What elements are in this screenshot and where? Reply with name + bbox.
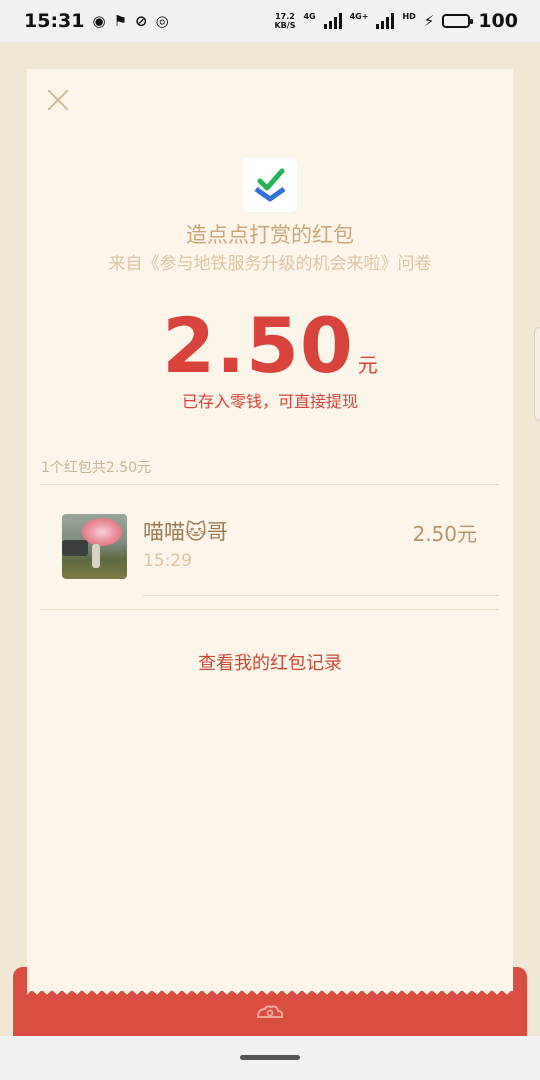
sender-name: 喵喵🐱哥 [143,520,228,544]
status-bar: 15:31 ◉ ⚑ ⊘ ◎ 17.2 KB/S 4G 4G+ HD ⚡ 100 [0,0,540,42]
red-packet-card: 造点点打赏的红包 来自《参与地铁服务升级的机会来啦》问卷 2.50 元 已存入零钱… [27,69,513,991]
sender-amount: 2.50元 [412,522,477,546]
network-type-2: 4G+ [349,12,369,21]
amount-value: 2.50 [162,301,354,390]
side-edge-handle[interactable] [534,327,540,421]
hd-label: HD [402,12,416,21]
blocked-icon: ⊘ [135,11,148,30]
packet-count-summary: 1个红包共2.50元 [41,460,152,476]
battery-icon [442,14,474,28]
avatar[interactable] [62,514,127,579]
packet-title: 造点点打赏的红包 [186,223,354,247]
home-indicator[interactable] [240,1055,300,1060]
signal-icon-2 [376,13,395,29]
amount-unit: 元 [357,353,378,377]
divider [40,484,499,485]
charging-icon: ⚡ [423,11,435,30]
network-speed-unit: KB/S [274,21,296,30]
row-divider [143,595,499,596]
flag-icon: ⚑ [113,11,128,30]
battery-level: 100 [478,10,518,32]
network-speed: 17.2 KB/S [274,12,295,30]
status-right: 17.2 KB/S 4G 4G+ HD ⚡ 100 [274,10,518,32]
sender-time: 15:29 [143,551,192,571]
navigation-bar [0,1036,540,1080]
close-icon[interactable] [45,87,71,113]
divider [40,609,499,610]
network-type-1: 4G [303,12,316,21]
status-time: 15:31 [24,10,85,32]
view-records-link[interactable]: 查看我的红包记录 [27,649,513,675]
packet-source: 来自《参与地铁服务升级的机会来啦》问卷 [108,254,432,274]
network-speed-value: 17.2 [275,12,295,21]
status-left: 15:31 ◉ ⚑ ⊘ ◎ [24,10,169,32]
signal-icon [323,13,342,29]
deposit-note: 已存入零钱，可直接提现 [181,392,358,411]
card-zigzag-edge [27,985,513,995]
checkmark-logo-icon [243,158,297,212]
weibo-icon: ◉ [92,11,106,30]
amount-display: 2.50 元 [27,301,513,390]
cloud-ornament-icon [255,1004,285,1020]
hotspot-icon: ◎ [155,11,169,30]
